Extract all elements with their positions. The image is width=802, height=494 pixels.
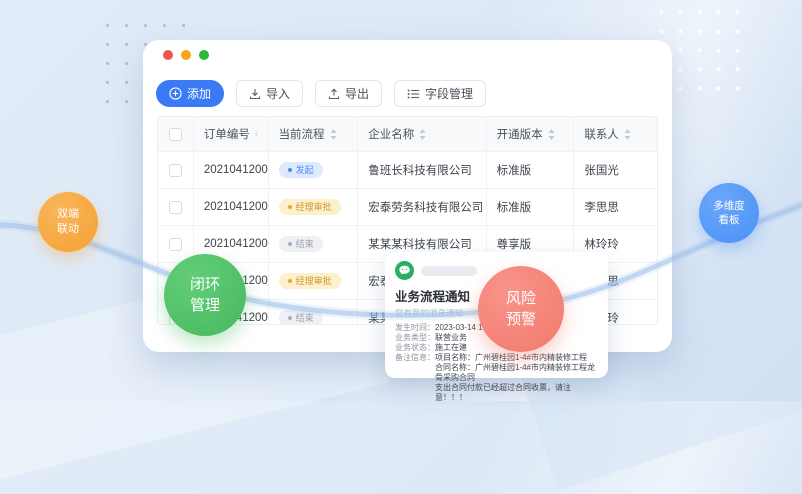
table-row[interactable]: 20210412002 经理审批 宏泰劳务科技有限公司 标准版 李思思	[158, 189, 657, 226]
order-number: 20210412001	[194, 152, 269, 188]
status-badge: 结束	[279, 236, 323, 252]
feature-bubble-closed-loop: 闭环 管理	[164, 254, 246, 336]
field-manage-button[interactable]: 字段管理	[394, 80, 486, 107]
column-header-version[interactable]: 开通版本	[487, 117, 575, 151]
order-number: 20210412002	[194, 189, 269, 225]
status-dot-icon	[288, 168, 292, 172]
import-icon	[249, 88, 261, 100]
field-label: 发生时间：	[395, 323, 435, 333]
company-name: 宏泰劳务科技有限公司	[358, 189, 486, 225]
column-header-label: 当前流程	[279, 126, 325, 142]
status-badge: 结束	[279, 310, 323, 325]
import-button[interactable]: 导入	[236, 80, 303, 107]
field-value: 施工在建	[435, 343, 467, 353]
sort-icon[interactable]	[624, 129, 631, 140]
status-dot-icon	[288, 242, 292, 246]
version: 标准版	[487, 189, 575, 225]
toolbar: 添加 导入 导出 字段管理	[156, 80, 486, 107]
window-traffic-lights	[163, 50, 209, 60]
column-header-label: 开通版本	[497, 126, 543, 142]
remark-line: 支出合同付款已经超过合同收票，请注意！！！	[435, 383, 598, 403]
wechat-icon	[395, 261, 414, 280]
field-label: 业务状态：	[395, 343, 435, 353]
remark-line: 项目名称：广州碧桂园1-4#市内精装修工程	[435, 353, 598, 363]
version: 标准版	[487, 152, 575, 188]
export-button-label: 导出	[345, 85, 369, 102]
contact-name: 李思思	[574, 189, 657, 225]
sort-icon[interactable]	[419, 129, 426, 140]
field-list-icon	[407, 88, 420, 100]
sort-icon[interactable]	[548, 129, 555, 140]
contact-name: 张国光	[574, 152, 657, 188]
traffic-light-green-icon	[199, 50, 209, 60]
column-header-order[interactable]: 订单编号	[194, 117, 269, 151]
export-icon	[328, 88, 340, 100]
column-header-label: 联系人	[584, 126, 619, 142]
column-header-contact[interactable]: 联系人	[574, 117, 657, 151]
field-value: 联营业务	[435, 333, 467, 343]
remark-line: 合同名称：广州碧桂园1-4#市内精装修工程龙骨采购合同	[435, 363, 598, 383]
feature-bubble-dashboard: 多维度 看板	[699, 183, 759, 243]
status-dot-icon	[288, 279, 292, 283]
row-checkbox[interactable]	[169, 164, 182, 177]
notification-remark: 备注信息： 项目名称：广州碧桂园1-4#市内精装修工程 合同名称：广州碧桂园1-…	[395, 353, 598, 403]
table-row[interactable]: 20210412001 发起 鲁班长科技有限公司 标准版 张国光	[158, 152, 657, 189]
traffic-light-yellow-icon	[181, 50, 191, 60]
column-header-company[interactable]: 企业名称	[358, 117, 486, 151]
row-checkbox[interactable]	[169, 201, 182, 214]
export-button[interactable]: 导出	[315, 80, 382, 107]
field-manage-button-label: 字段管理	[425, 85, 473, 102]
traffic-light-red-icon	[163, 50, 173, 60]
add-button-label: 添加	[187, 85, 211, 102]
table-header-row: 订单编号 当前流程 企业名称 开通版本 联系人	[158, 117, 657, 152]
plus-circle-icon	[169, 87, 182, 100]
column-header-label: 企业名称	[368, 126, 414, 142]
column-header-process[interactable]: 当前流程	[269, 117, 359, 151]
sort-icon[interactable]	[330, 129, 337, 140]
status-badge: 经理审批	[279, 273, 341, 289]
status-dot-icon	[288, 316, 292, 320]
sender-name-placeholder	[421, 266, 477, 276]
field-label: 备注信息：	[395, 353, 435, 403]
company-name: 鲁班长科技有限公司	[358, 152, 486, 188]
row-checkbox[interactable]	[169, 238, 182, 251]
column-header-label: 订单编号	[204, 126, 250, 142]
status-dot-icon	[288, 205, 292, 209]
feature-bubble-dual-end: 双端 联动	[38, 192, 98, 252]
add-button[interactable]: 添加	[156, 80, 224, 107]
sort-icon[interactable]	[255, 129, 258, 140]
select-all-checkbox[interactable]	[169, 128, 182, 141]
field-label: 业务类型：	[395, 333, 435, 343]
import-button-label: 导入	[266, 85, 290, 102]
status-badge: 发起	[279, 162, 323, 178]
status-badge: 经理审批	[279, 199, 341, 215]
feature-bubble-risk-warning: 风险 预警	[478, 266, 564, 352]
